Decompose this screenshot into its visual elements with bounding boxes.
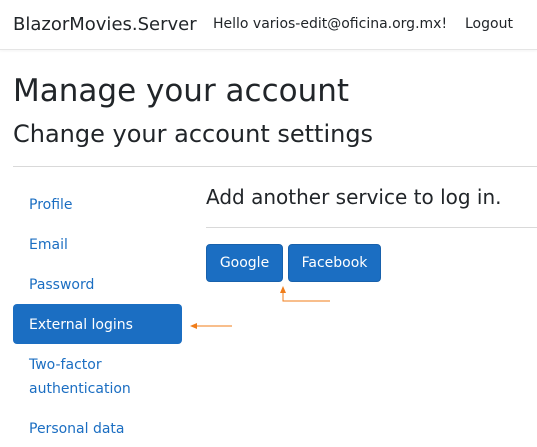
sidebar-item-external-logins[interactable]: External logins bbox=[13, 304, 182, 344]
google-login-button[interactable]: Google bbox=[206, 244, 283, 282]
page-title: Manage your account bbox=[13, 73, 350, 109]
sidebar-item-email[interactable]: Email bbox=[13, 233, 182, 259]
page-subtitle: Change your account settings bbox=[13, 120, 374, 148]
sidebar-item-password[interactable]: Password bbox=[13, 273, 182, 299]
sidebar-item-two-factor-authentication[interactable]: Two-factor authentication bbox=[13, 353, 182, 403]
user-greeting-link[interactable]: Hello varios-edit@oficina.org.mx! bbox=[213, 16, 447, 32]
arrow-to-external-logins bbox=[190, 323, 232, 329]
section-heading: Add another service to log in. bbox=[206, 185, 502, 209]
arrow-to-login-buttons bbox=[280, 286, 330, 302]
sidebar-item-profile[interactable]: Profile bbox=[13, 193, 182, 219]
sidebar-item-personal-data[interactable]: Personal data bbox=[13, 417, 182, 443]
divider bbox=[13, 166, 537, 167]
facebook-login-button[interactable]: Facebook bbox=[288, 244, 381, 282]
brand-link[interactable]: BlazorMovies.Server bbox=[13, 14, 197, 35]
divider bbox=[206, 227, 537, 228]
logout-button[interactable]: Logout bbox=[465, 16, 513, 32]
top-navbar: BlazorMovies.Server Hello varios-edit@of… bbox=[0, 0, 537, 50]
